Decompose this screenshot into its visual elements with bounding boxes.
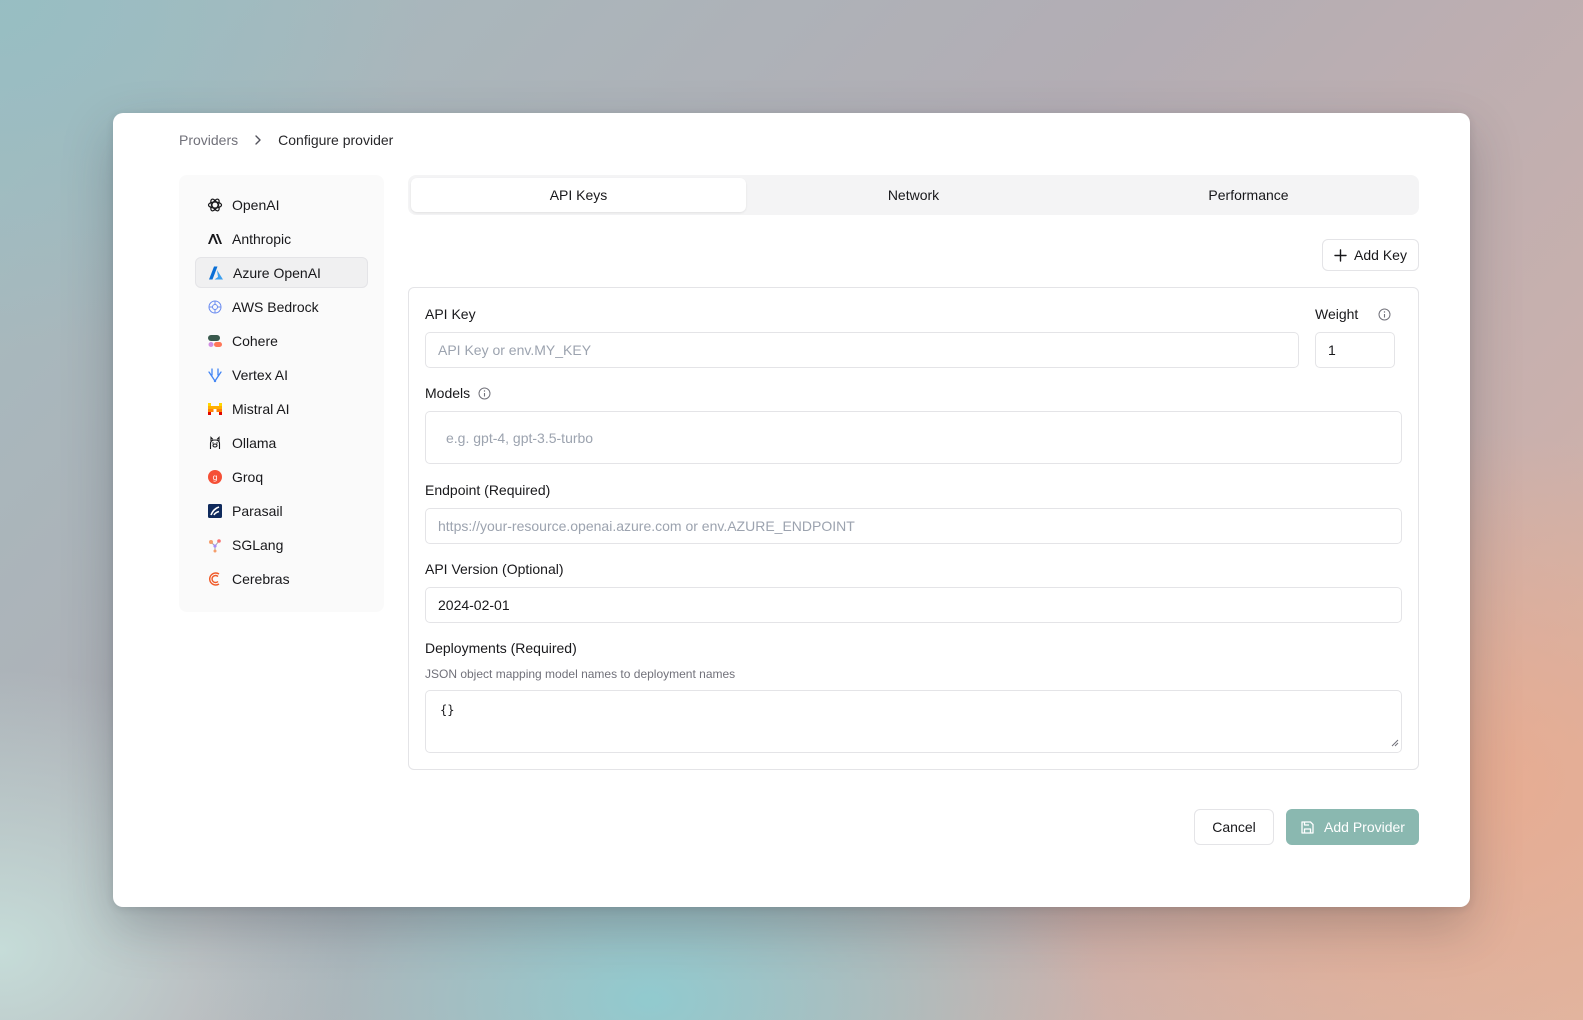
- add-provider-label: Add Provider: [1324, 819, 1405, 835]
- configure-provider-dialog: Providers Configure provider OpenAI Anth…: [113, 113, 1470, 907]
- openai-icon: [207, 197, 223, 213]
- weight-label: Weight: [1315, 306, 1391, 322]
- vertex-icon: [207, 367, 223, 383]
- anthropic-icon: [207, 231, 223, 247]
- models-placeholder: e.g. gpt-4, gpt-3.5-turbo: [446, 429, 594, 446]
- config-tabs: API Keys Network Performance: [408, 175, 1419, 215]
- models-label: Models: [425, 385, 491, 401]
- deployments-value: {}: [440, 703, 455, 717]
- api-version-value: 2024-02-01: [438, 597, 510, 613]
- sidebar-item-label: Ollama: [232, 434, 277, 451]
- cancel-button[interactable]: Cancel: [1194, 809, 1274, 845]
- endpoint-label: Endpoint (Required): [425, 482, 550, 498]
- ollama-icon: [207, 435, 223, 451]
- sidebar-item-aws-bedrock[interactable]: AWS Bedrock: [195, 291, 368, 322]
- weight-label-text: Weight: [1315, 306, 1359, 322]
- breadcrumb: Providers Configure provider: [179, 132, 393, 148]
- groq-icon: g: [207, 469, 223, 485]
- models-input[interactable]: e.g. gpt-4, gpt-3.5-turbo: [425, 411, 1402, 464]
- sidebar-item-label: Vertex AI: [232, 366, 289, 383]
- save-icon: [1300, 820, 1315, 835]
- svg-text:g: g: [212, 473, 217, 482]
- api-key-label-text: API Key: [425, 306, 476, 322]
- sidebar-item-label: Parasail: [232, 502, 283, 519]
- resize-handle-icon[interactable]: [1390, 736, 1399, 750]
- sidebar-item-vertex-ai[interactable]: Vertex AI: [195, 359, 368, 390]
- tab-api-keys[interactable]: API Keys: [411, 178, 746, 212]
- api-version-input[interactable]: 2024-02-01: [425, 587, 1402, 623]
- info-icon[interactable]: [1378, 308, 1391, 321]
- sidebar-item-cohere[interactable]: Cohere: [195, 325, 368, 356]
- add-key-label: Add Key: [1354, 247, 1407, 263]
- tab-performance[interactable]: Performance: [1081, 178, 1416, 212]
- sidebar-item-mistral-ai[interactable]: Mistral AI: [195, 393, 368, 424]
- sidebar-item-label: Cerebras: [232, 570, 290, 587]
- sidebar-item-sglang[interactable]: SGLang: [195, 529, 368, 560]
- sidebar-item-label: Anthropic: [232, 230, 292, 247]
- sidebar-item-label: AWS Bedrock: [232, 298, 319, 315]
- provider-sidebar: OpenAI Anthropic Azure OpenAI AWS Bedroc…: [179, 175, 384, 612]
- endpoint-placeholder: https://your-resource.openai.azure.com o…: [438, 518, 855, 534]
- sidebar-item-label: Azure OpenAI: [233, 264, 321, 281]
- api-key-card: API Key API Key or env.MY_KEY Weight 1 M…: [408, 287, 1419, 770]
- api-key-placeholder: API Key or env.MY_KEY: [438, 342, 592, 358]
- bedrock-icon: [207, 299, 223, 315]
- chevron-right-icon: [252, 134, 264, 146]
- add-key-button[interactable]: Add Key: [1322, 239, 1419, 271]
- cohere-icon: [207, 333, 223, 349]
- sidebar-item-parasail[interactable]: Parasail: [195, 495, 368, 526]
- sglang-icon: [207, 537, 223, 553]
- endpoint-label-text: Endpoint (Required): [425, 482, 551, 498]
- deployments-label-text: Deployments (Required): [425, 640, 577, 656]
- models-label-text: Models: [425, 385, 471, 401]
- sidebar-item-groq[interactable]: g Groq: [195, 461, 368, 492]
- api-key-label: API Key: [425, 306, 476, 322]
- endpoint-input[interactable]: https://your-resource.openai.azure.com o…: [425, 508, 1402, 544]
- tab-network[interactable]: Network: [746, 178, 1081, 212]
- deployments-hint: JSON object mapping model names to deplo…: [425, 667, 736, 681]
- weight-value: 1: [1328, 342, 1336, 358]
- sidebar-item-anthropic[interactable]: Anthropic: [195, 223, 368, 254]
- api-key-input[interactable]: API Key or env.MY_KEY: [425, 332, 1299, 368]
- breadcrumb-providers[interactable]: Providers: [179, 132, 238, 148]
- cerebras-icon: [207, 571, 223, 587]
- sidebar-item-label: Cohere: [232, 332, 278, 349]
- weight-input[interactable]: 1: [1315, 332, 1395, 368]
- sidebar-item-ollama[interactable]: Ollama: [195, 427, 368, 458]
- sidebar-item-label: Groq: [232, 468, 264, 485]
- add-provider-button[interactable]: Add Provider: [1286, 809, 1419, 845]
- mistral-icon: [207, 401, 223, 417]
- api-version-label: API Version (Optional): [425, 561, 564, 577]
- deployments-textarea[interactable]: {}: [425, 690, 1402, 753]
- api-version-label-text: API Version (Optional): [425, 561, 564, 577]
- sidebar-item-cerebras[interactable]: Cerebras: [195, 563, 368, 594]
- info-icon[interactable]: [478, 387, 491, 400]
- breadcrumb-current: Configure provider: [278, 132, 394, 148]
- parasail-icon: [207, 503, 223, 519]
- azure-icon: [208, 265, 224, 281]
- sidebar-item-openai[interactable]: OpenAI: [195, 189, 368, 220]
- deployments-label: Deployments (Required): [425, 640, 577, 656]
- plus-icon: [1334, 248, 1347, 262]
- sidebar-item-label: OpenAI: [232, 196, 280, 213]
- sidebar-item-label: Mistral AI: [232, 400, 290, 417]
- sidebar-item-label: SGLang: [232, 536, 284, 553]
- sidebar-item-azure-openai[interactable]: Azure OpenAI: [195, 257, 368, 288]
